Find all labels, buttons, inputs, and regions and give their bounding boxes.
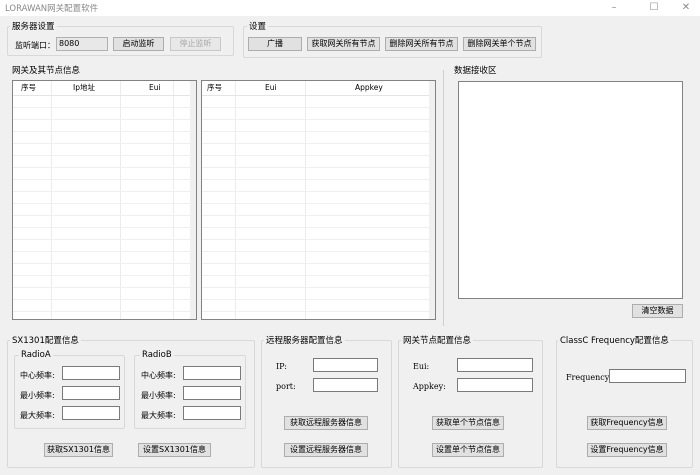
radio-a-max-input[interactable] — [62, 406, 120, 420]
close-icon[interactable]: ✕ — [675, 1, 697, 15]
radio-b-max-input[interactable] — [183, 406, 241, 420]
radio-b-max-label: 最大频率: — [141, 411, 176, 420]
remote-port-input[interactable] — [313, 378, 378, 392]
remote-ip-input[interactable] — [313, 358, 378, 372]
node-appkey-label: Appkey: — [413, 382, 446, 391]
get-single-node-button[interactable]: 获取单个节点信息 — [432, 416, 504, 430]
node-table-header-index[interactable]: 序号 — [207, 81, 222, 95]
gateway-table-header-ip[interactable]: Ip地址 — [73, 81, 95, 95]
radio-a-center-input[interactable] — [62, 366, 120, 380]
receive-textarea[interactable] — [458, 81, 683, 299]
stop-listen-button[interactable]: 停止监听 — [170, 37, 221, 51]
radio-a-max-label: 最大频率: — [20, 411, 55, 420]
radio-b-center-input[interactable] — [183, 366, 241, 380]
radio-b-min-input[interactable] — [183, 386, 241, 400]
radio-b-min-label: 最小频率: — [141, 391, 176, 400]
clear-data-button[interactable]: 清空数据 — [632, 304, 683, 318]
gateway-list-label: 网关及其节点信息 — [10, 64, 83, 76]
get-remote-server-button[interactable]: 获取远程服务器信息 — [284, 416, 368, 430]
title-bar: LORAWAN网关配置软件 – ☐ ✕ — [0, 0, 700, 16]
get-sx1301-button[interactable]: 获取SX1301信息 — [44, 443, 113, 457]
node-table-header-appkey[interactable]: Appkey — [355, 81, 383, 95]
set-remote-server-button[interactable]: 设置远程服务器信息 — [284, 443, 368, 457]
gateway-table-header-eui[interactable]: Eui — [149, 81, 161, 95]
set-frequency-button[interactable]: 设置Frequency信息 — [587, 443, 667, 457]
maximize-icon[interactable]: ☐ — [643, 1, 665, 15]
remote-server-group-label: 远程服务器配置信息 — [264, 334, 345, 346]
minimize-icon[interactable]: – — [603, 1, 625, 15]
node-table-header-eui[interactable]: Eui — [265, 81, 277, 95]
server-settings-label: 服务器设置 — [10, 20, 57, 32]
radio-b-center-label: 中心频率: — [141, 371, 176, 380]
set-single-node-button[interactable]: 设置单个节点信息 — [432, 443, 504, 457]
frequency-label: Frequency: — [566, 373, 612, 382]
remote-port-label: port: — [276, 382, 296, 391]
radio-b-label: RadioB — [140, 350, 174, 360]
start-listen-button[interactable]: 启动监听 — [113, 37, 164, 51]
radio-a-min-input[interactable] — [62, 386, 120, 400]
radio-a-min-label: 最小频率: — [20, 391, 55, 400]
window-title: LORAWAN网关配置软件 — [5, 4, 99, 14]
remote-ip-label: IP: — [276, 362, 287, 371]
settings-label: 设置 — [247, 20, 269, 32]
node-eui-input[interactable] — [457, 358, 533, 372]
sx1301-group-label: SX1301配置信息 — [10, 334, 81, 346]
receive-area-label: 数据接收区 — [452, 64, 499, 76]
divider — [443, 70, 444, 326]
frequency-input[interactable] — [609, 369, 686, 383]
radio-a-center-label: 中心频率: — [20, 371, 55, 380]
classc-frequency-group-label: ClassC Frequency配置信息 — [558, 334, 671, 346]
get-all-nodes-button[interactable]: 获取网关所有节点 — [307, 37, 380, 51]
delete-one-node-button[interactable]: 删除网关单个节点 — [463, 37, 536, 51]
gateway-table[interactable]: 序号 Ip地址 Eui — [12, 80, 197, 320]
radio-a-label: RadioA — [19, 350, 53, 360]
node-table[interactable]: 序号 Eui Appkey — [201, 80, 436, 320]
gateway-table-header-index[interactable]: 序号 — [21, 81, 36, 95]
node-table-scrollbar[interactable] — [429, 81, 435, 319]
delete-all-nodes-button[interactable]: 删除网关所有节点 — [385, 37, 458, 51]
get-frequency-button[interactable]: 获取Frequency信息 — [587, 416, 667, 430]
gateway-node-group-label: 网关节点配置信息 — [401, 334, 474, 346]
port-input[interactable]: 8080 — [56, 37, 108, 51]
gateway-table-scrollbar[interactable] — [190, 81, 196, 319]
port-label: 监听端口： — [15, 41, 55, 50]
node-appkey-input[interactable] — [457, 378, 533, 392]
node-eui-label: Eui: — [413, 362, 430, 371]
broadcast-button[interactable]: 广播 — [248, 37, 302, 51]
set-sx1301-button[interactable]: 设置SX1301信息 — [138, 443, 211, 457]
